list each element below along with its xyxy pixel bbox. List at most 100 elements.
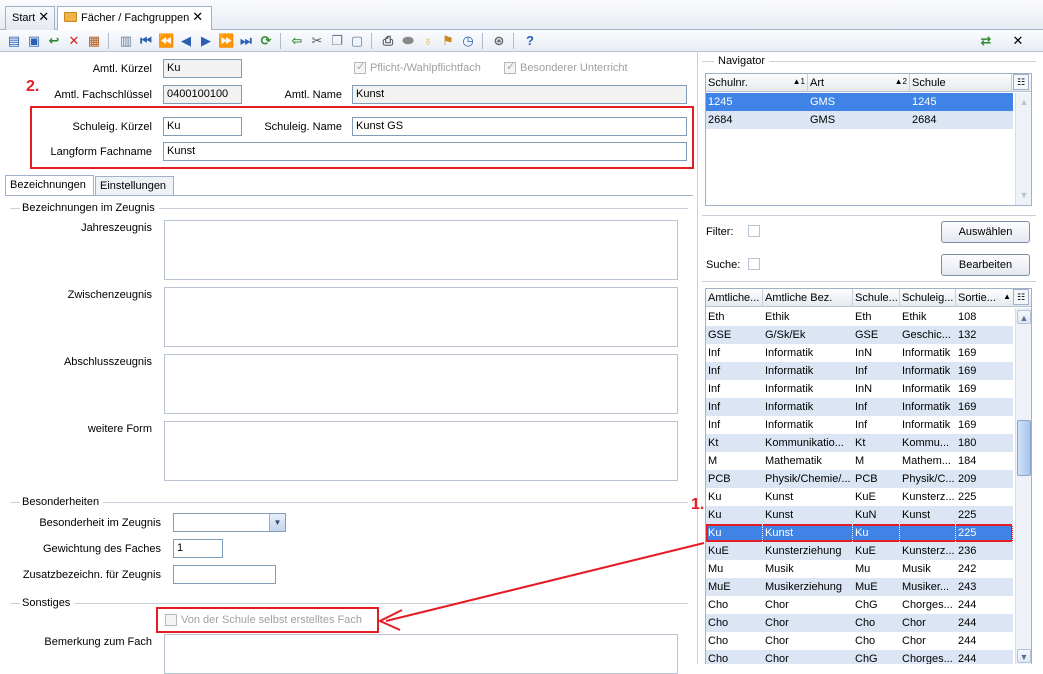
pane-splitter[interactable] [697, 52, 698, 664]
table-row[interactable]: Inf Informatik Inf Informatik 169 [706, 362, 1013, 380]
table-row[interactable]: M Mathematik M Mathem... 184 [706, 452, 1013, 470]
sort-asc-icon: ▲ [1003, 292, 1011, 301]
gewichtung-field[interactable]: 1 [173, 539, 223, 558]
table-row[interactable]: Cho Chor Cho Chor 244 [706, 614, 1013, 632]
navigator-scrollbar[interactable]: ▲ ▼ [1015, 93, 1031, 205]
paste-icon[interactable]: ▢ [349, 33, 365, 49]
amtl-name-label: Amtl. Name [284, 89, 342, 101]
next-icon[interactable]: ▶ [198, 33, 214, 49]
table-row[interactable]: KuE Kunsterziehung KuE Kunsterz... 236 [706, 542, 1013, 560]
help-icon[interactable]: ? [522, 33, 538, 49]
column-chooser-icon[interactable]: ☷ [1013, 74, 1029, 90]
selbst-erstellt-checkbox[interactable] [165, 614, 177, 626]
table-row[interactable]: Ku Kunst KuN Kunst 225 [706, 506, 1013, 524]
column-sortierung[interactable]: Sortie... ▲ [956, 289, 1013, 307]
bemerkung-textarea[interactable] [164, 634, 678, 674]
scroll-up-icon[interactable]: ▲ [1017, 95, 1031, 109]
besonderer-unterricht-checkbox[interactable] [504, 60, 516, 74]
tab-einstellungen[interactable]: Einstellungen [95, 176, 174, 196]
toggle-icon[interactable]: ⬬ [400, 33, 416, 49]
besonderheit-combobox[interactable]: ▼ [173, 513, 286, 532]
column-schuleig-kuerzel[interactable]: Schule... [853, 289, 900, 307]
scroll-up-icon[interactable]: ▲ [1017, 310, 1031, 324]
langform-field[interactable]: Kunst [163, 142, 687, 161]
close-icon[interactable]: ✕ [1010, 33, 1026, 49]
jahreszeugnis-textarea[interactable] [164, 220, 678, 280]
column-art[interactable]: Art ▲2 [808, 74, 910, 92]
table-row[interactable]: Cho Chor ChG Chorges... 244 [706, 650, 1013, 664]
prev-page-icon[interactable]: ⏪ [158, 33, 174, 49]
table-row[interactable]: Cho Chor Cho Chor 244 [706, 632, 1013, 650]
suche-checkbox[interactable] [748, 258, 760, 270]
weitere-form-textarea[interactable] [164, 421, 678, 481]
exchange-icon[interactable]: ⇄ [978, 33, 994, 49]
table-row[interactable]: Ku Kunst Ku 225 [706, 524, 1013, 542]
amtl-name-field[interactable]: Kunst [352, 85, 687, 104]
table-row[interactable]: GSE G/Sk/Ek GSE Geschic... 132 [706, 326, 1013, 344]
table-row[interactable]: Eth Ethik Eth Ethik 108 [706, 308, 1013, 326]
scroll-down-icon[interactable]: ▼ [1017, 188, 1031, 202]
table-row[interactable]: Inf Informatik Inf Informatik 169 [706, 416, 1013, 434]
amtl-fachschluessel-field[interactable]: 0400100100 [163, 85, 242, 104]
clock-icon[interactable]: ◷ [460, 33, 476, 49]
table-row[interactable]: Inf Informatik Inf Informatik 169 [706, 398, 1013, 416]
form-icon[interactable]: ▦ [86, 33, 102, 49]
last-icon[interactable]: ⏭ [238, 33, 254, 49]
scroll-thumb[interactable] [1017, 420, 1031, 476]
first-icon[interactable]: ⏮ [138, 33, 154, 49]
copy-icon[interactable]: ❐ [329, 33, 345, 49]
tab-bezeichnungen[interactable]: Bezeichnungen [5, 175, 94, 196]
table-row[interactable]: Cho Chor ChG Chorges... 244 [706, 596, 1013, 614]
zwischenzeugnis-textarea[interactable] [164, 287, 678, 347]
prev-icon[interactable]: ◀ [178, 33, 194, 49]
cut-icon[interactable]: ✂ [309, 33, 325, 49]
refresh-icon[interactable]: ⟳ [258, 33, 274, 49]
cell-schuleig-name: Kunsterz... [902, 545, 955, 557]
schuleig-name-field[interactable]: Kunst GS [352, 117, 687, 136]
amtl-kuerzel-field[interactable]: Ku [163, 59, 242, 78]
table-row[interactable]: Inf Informatik InN Informatik 169 [706, 344, 1013, 362]
undo-icon[interactable]: ↩ [46, 33, 62, 49]
auswaehlen-button[interactable]: Auswählen [941, 221, 1030, 243]
table-row[interactable]: Kt Kommunikatio... Kt Kommu... 180 [706, 434, 1013, 452]
table-row[interactable]: PCB Physik/Chemie/... PCB Physik/C... 209 [706, 470, 1013, 488]
filter-checkbox[interactable] [748, 225, 760, 237]
table-row[interactable]: 1245 GMS 1245 [706, 93, 1013, 111]
table-row[interactable]: Inf Informatik InN Informatik 169 [706, 380, 1013, 398]
table-row[interactable]: 2684 GMS 2684 [706, 111, 1013, 129]
chevron-down-icon[interactable]: ▼ [269, 514, 285, 531]
column-schulnr[interactable]: Schulnr. ▲1 [706, 74, 808, 92]
table-row[interactable]: Mu Musik Mu Musik 242 [706, 560, 1013, 578]
column-amtliche-bez[interactable]: Amtliche Bez. [763, 289, 853, 307]
cell-amtliche-bez: Physik/Chemie/... [765, 473, 851, 485]
back-arrow-icon[interactable]: ⇦ [289, 33, 305, 49]
new-icon[interactable]: ▤ [6, 33, 22, 49]
close-icon[interactable]: ✕ [192, 9, 203, 24]
tab-faecher[interactable]: Fächer / Fachgruppen ✕ [57, 6, 212, 31]
subjects-scrollbar[interactable]: ▲ ▼ [1015, 308, 1031, 664]
column-schuleig-name[interactable]: Schuleig... [900, 289, 956, 307]
lightbulb-icon[interactable]: ♁ [420, 33, 436, 49]
schuleig-kuerzel-field[interactable]: Ku [163, 117, 242, 136]
bearbeiten-button[interactable]: Bearbeiten [941, 254, 1030, 276]
scroll-down-icon[interactable]: ▼ [1017, 649, 1031, 663]
column-schule[interactable]: Schule [910, 74, 1012, 92]
close-icon[interactable]: ✕ [38, 9, 49, 24]
cell-amtliches-kuerzel: Kt [708, 437, 719, 449]
print-preview-icon[interactable]: ▥ [118, 33, 134, 49]
column-chooser-icon[interactable]: ☷ [1013, 289, 1029, 305]
save-icon[interactable]: ▣ [26, 33, 42, 49]
zusatz-field[interactable] [173, 565, 276, 584]
printer-icon[interactable]: ⎙ [380, 33, 396, 49]
tab-start[interactable]: Start ✕ [5, 6, 55, 30]
cell-amtliches-kuerzel: GSE [708, 329, 732, 341]
table-row[interactable]: Ku Kunst KuE Kunsterz... 225 [706, 488, 1013, 506]
filter-icon[interactable]: ⊛ [491, 33, 507, 49]
pflicht-checkbox[interactable] [354, 60, 366, 74]
delete-icon[interactable]: ✕ [66, 33, 82, 49]
column-amtliches-kuerzel[interactable]: Amtliche... [706, 289, 763, 307]
next-page-icon[interactable]: ⏩ [218, 33, 234, 49]
table-row[interactable]: MuE Musikerziehung MuE Musiker... 243 [706, 578, 1013, 596]
abschlusszeugnis-textarea[interactable] [164, 354, 678, 414]
broom-icon[interactable]: ⚑ [440, 33, 456, 49]
